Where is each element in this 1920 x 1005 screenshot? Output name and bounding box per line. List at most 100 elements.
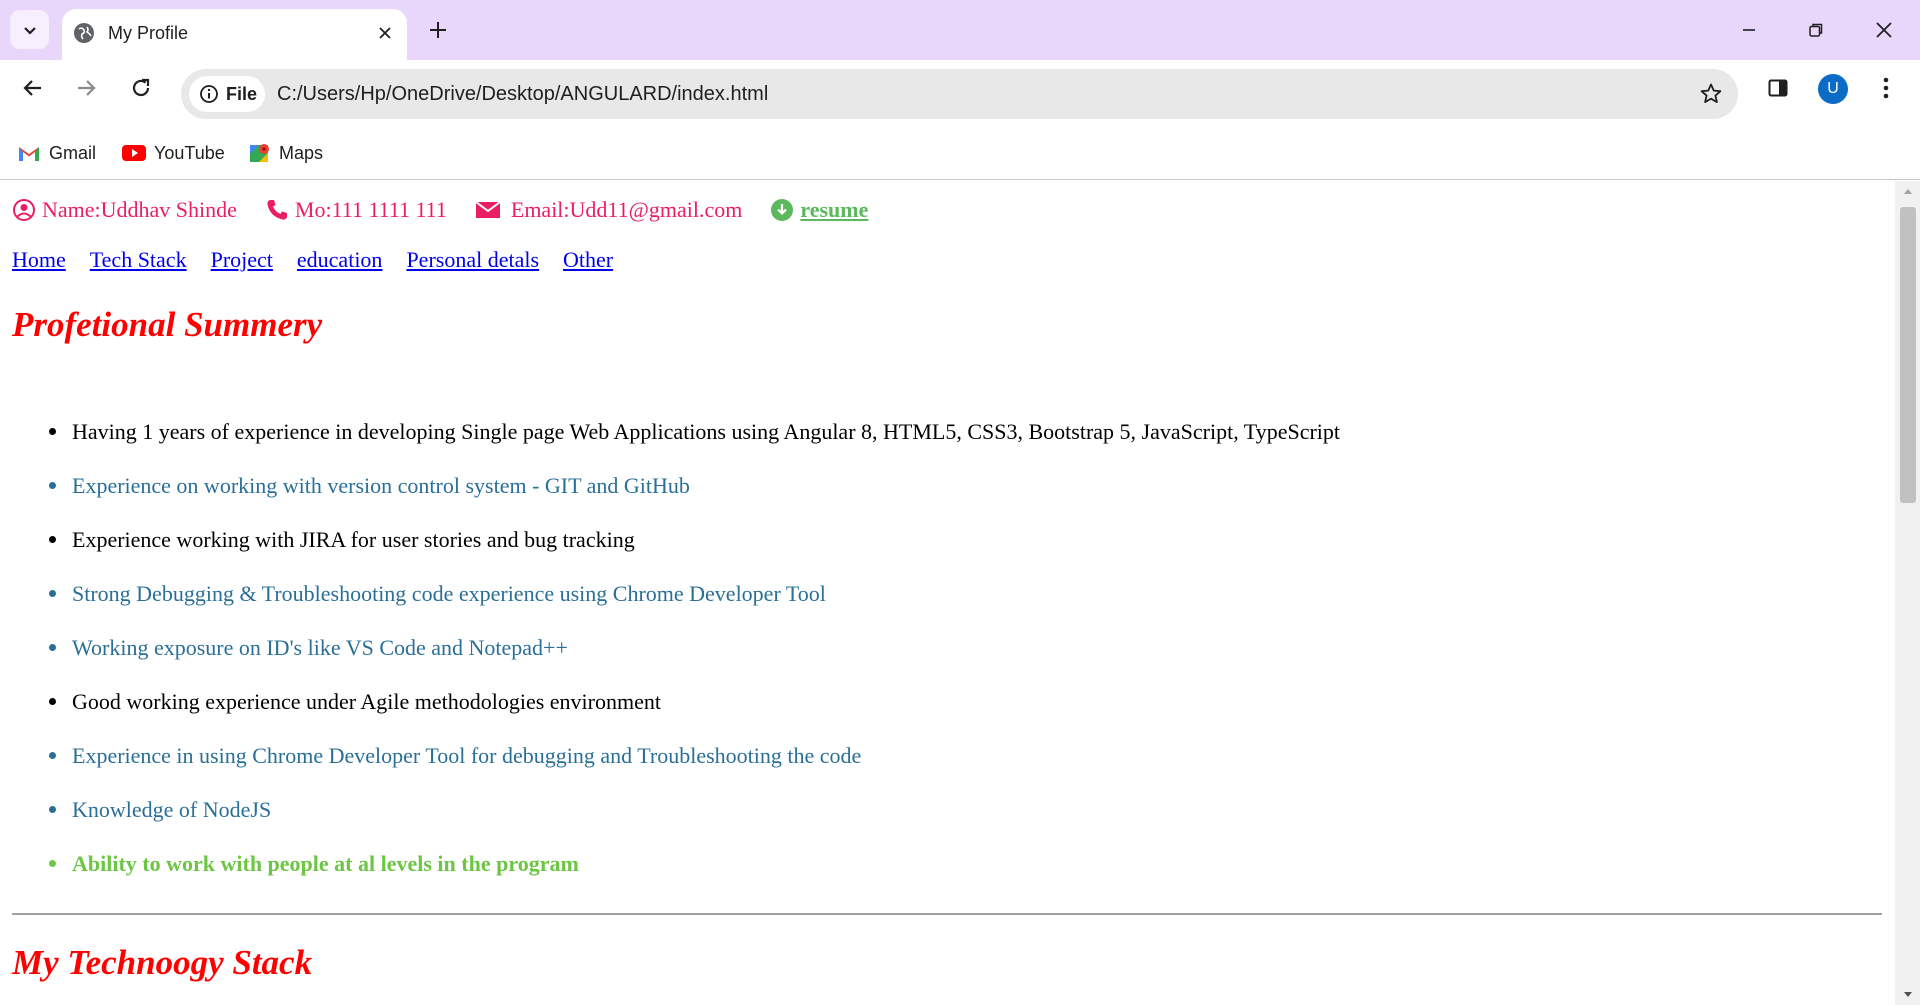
chevron-down-icon — [23, 26, 36, 35]
summary-item: Good working experience under Agile meth… — [12, 691, 1872, 745]
star-icon — [1700, 83, 1722, 103]
close-icon — [379, 27, 391, 39]
bullet-icon — [49, 806, 56, 813]
close-tab-button[interactable] — [373, 21, 397, 45]
resume-download[interactable]: resume — [770, 197, 868, 223]
summary-item-text: Knowledge of NodeJS — [72, 797, 272, 822]
phone-icon — [267, 200, 287, 220]
summary-item: Working exposure on ID's like VS Code an… — [12, 637, 1872, 691]
forward-button[interactable] — [70, 72, 102, 104]
summary-item: Knowledge of NodeJS — [12, 799, 1872, 853]
summary-item: Experience in using Chrome Developer Too… — [12, 745, 1872, 799]
close-window-button[interactable] — [1869, 15, 1899, 45]
bookmark-label: Maps — [279, 142, 324, 163]
bullet-icon — [49, 482, 56, 489]
url-text[interactable]: C:/Users/Hp/OneDrive/Desktop/ANGULARD/in… — [277, 82, 768, 106]
bookmark-label: YouTube — [154, 142, 225, 163]
summary-item-text: Experience on working with version contr… — [72, 473, 690, 498]
nav-other[interactable]: Other — [563, 247, 613, 273]
section-divider — [12, 913, 1882, 915]
page-scrollbar[interactable] — [1895, 181, 1920, 1005]
summary-heading: Profetional Summery — [12, 305, 323, 344]
nav-personal-details[interactable]: Personal detals — [406, 247, 539, 273]
download-icon — [771, 199, 794, 221]
triangle-up-icon — [1903, 189, 1912, 194]
close-icon — [1876, 22, 1892, 38]
back-button[interactable] — [17, 72, 49, 104]
summary-item-text: Good working experience under Agile meth… — [72, 689, 661, 714]
summary-item: Experience on working with version contr… — [12, 475, 1872, 529]
summary-item: Ability to work with people at al levels… — [12, 853, 1872, 907]
summary-item-text: Ability to work with people at al levels… — [72, 851, 579, 876]
bullet-icon — [49, 752, 56, 759]
contact-mobile: Mo:111 1111 111 — [265, 197, 447, 223]
contact-bar: Name:Uddhav Shinde Mo:111 1111 111 Email… — [12, 193, 896, 227]
file-label: File — [226, 83, 258, 104]
profile-avatar[interactable]: U — [1818, 74, 1848, 104]
youtube-icon — [122, 145, 146, 161]
reload-button[interactable] — [125, 72, 157, 104]
bookmark-star-button[interactable] — [1698, 81, 1724, 107]
summary-item: Strong Debugging & Troubleshooting code … — [12, 583, 1872, 637]
tech-stack-heading: My Technoogy Stack — [12, 943, 313, 982]
arrow-right-icon — [78, 80, 96, 96]
minimize-icon — [1743, 29, 1755, 31]
summary-item: Experience working with JIRA for user st… — [12, 529, 1872, 583]
bookmark-label: Gmail — [49, 142, 97, 163]
restore-icon — [1809, 23, 1823, 37]
main-nav: Home Tech Stack Project education Person… — [12, 247, 637, 273]
tab-title: My Profile — [108, 23, 189, 43]
side-panel-button[interactable] — [1762, 72, 1794, 104]
bullet-icon — [49, 536, 56, 543]
scroll-down-arrow[interactable] — [1895, 985, 1920, 1005]
bullet-icon — [49, 644, 56, 651]
nav-tech-stack[interactable]: Tech Stack — [90, 247, 187, 273]
plus-icon — [430, 22, 446, 38]
address-bar[interactable]: File C:/Users/Hp/OneDrive/Desktop/ANGULA… — [181, 69, 1738, 119]
active-tab[interactable]: My Profile — [62, 9, 407, 60]
summary-item-text: Having 1 years of experience in developi… — [72, 419, 1341, 444]
summary-list: Having 1 years of experience in developi… — [12, 421, 1872, 907]
summary-item-text: Experience in using Chrome Developer Too… — [72, 743, 862, 768]
contact-name: Name:Uddhav Shinde — [12, 197, 237, 223]
menu-button[interactable] — [1870, 72, 1902, 104]
gmail-icon — [19, 147, 39, 161]
summary-item-text: Strong Debugging & Troubleshooting code … — [72, 581, 826, 606]
maps-icon — [250, 144, 269, 162]
summary-item-text: Experience working with JIRA for user st… — [72, 527, 635, 552]
nav-home[interactable]: Home — [12, 247, 66, 273]
triangle-down-icon — [1903, 992, 1912, 997]
side-panel-icon — [1768, 79, 1788, 97]
bookmark-youtube[interactable]: YouTube — [122, 139, 225, 167]
minimize-button[interactable] — [1734, 15, 1764, 45]
bookmarks-bar: Gmail YouTube Maps — [0, 128, 1920, 180]
more-vert-icon — [1883, 77, 1889, 99]
tab-search-button[interactable] — [10, 10, 49, 49]
page-viewport: Name:Uddhav Shinde Mo:111 1111 111 Email… — [0, 181, 1895, 1005]
info-icon — [200, 85, 218, 103]
tab-strip: My Profile — [0, 0, 1920, 60]
nav-project[interactable]: Project — [211, 247, 273, 273]
contact-email: Email:Udd11@gmail.com — [475, 197, 742, 223]
bookmark-gmail[interactable]: Gmail — [17, 139, 96, 167]
name-text: Name:Uddhav Shinde — [42, 197, 237, 222]
bookmark-maps[interactable]: Maps — [249, 139, 323, 167]
nav-education[interactable]: education — [297, 247, 383, 273]
arrow-left-icon — [23, 80, 41, 96]
email-text: Email:Udd11@gmail.com — [510, 197, 743, 222]
scrollbar-thumb[interactable] — [1900, 207, 1916, 503]
browser-toolbar: File C:/Users/Hp/OneDrive/Desktop/ANGULA… — [0, 60, 1920, 119]
mobile-text: Mo:111 1111 111 — [294, 197, 447, 222]
user-circle-icon — [13, 199, 35, 221]
resume-link[interactable]: resume — [800, 197, 868, 223]
summary-item: Having 1 years of experience in developi… — [12, 421, 1872, 475]
restore-button[interactable] — [1801, 15, 1831, 45]
bullet-icon — [49, 698, 56, 705]
scroll-up-arrow[interactable] — [1895, 181, 1920, 201]
bullet-icon — [49, 428, 56, 435]
new-tab-button[interactable] — [424, 16, 452, 44]
bullet-icon — [49, 590, 56, 597]
summary-item-text: Working exposure on ID's like VS Code an… — [72, 635, 568, 660]
site-info-chip[interactable]: File — [189, 76, 265, 112]
globe-icon — [74, 23, 94, 43]
